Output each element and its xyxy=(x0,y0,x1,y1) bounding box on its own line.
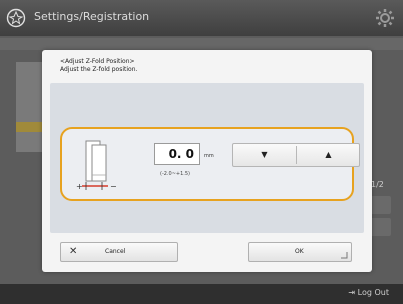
scroll-up-button[interactable] xyxy=(369,196,391,214)
status-bar: ⇥ Log Out xyxy=(0,284,403,304)
value-field[interactable]: 0. 0 xyxy=(154,143,200,165)
z-fold-paper-icon: + − xyxy=(76,140,117,191)
logout-icon: ⇥ xyxy=(348,288,358,297)
minus-label: − xyxy=(110,182,117,191)
ok-button[interactable]: OK xyxy=(248,242,352,262)
range-label: (-2.0~+1.5) xyxy=(160,171,190,177)
corner-mark-icon xyxy=(341,252,348,259)
dialog-title: <Adjust Z-Fold Position> Adjust the Z-fo… xyxy=(60,58,137,74)
gear-icon[interactable] xyxy=(375,8,395,28)
close-icon: ✕ xyxy=(69,246,78,257)
decrease-button[interactable]: ▼ xyxy=(233,144,296,166)
cancel-button[interactable]: ✕ Cancel xyxy=(60,242,178,262)
logout-label: Log Out xyxy=(357,288,389,297)
scroll-down-button[interactable] xyxy=(369,218,391,236)
increase-button[interactable]: ▲ xyxy=(297,144,360,166)
background-tab-strip xyxy=(0,38,403,50)
logout-button[interactable]: ⇥ Log Out xyxy=(348,288,389,297)
dialog-heading: <Adjust Z-Fold Position> xyxy=(60,58,135,65)
page-indicator: 1/2 xyxy=(371,180,384,189)
unit-label: mm xyxy=(204,153,214,159)
page-title: Settings/Registration xyxy=(34,10,150,23)
adjust-panel: + − 0. 0 mm (-2.0~+1.5) ▼ ▲ xyxy=(50,83,364,233)
cancel-label: Cancel xyxy=(105,248,126,255)
plus-label: + xyxy=(76,182,83,191)
down-arrow-icon: ▼ xyxy=(261,150,268,159)
adjust-buttons: ▼ ▲ xyxy=(232,143,360,167)
up-arrow-icon: ▲ xyxy=(325,150,332,159)
dialog-description: Adjust the Z-fold position. xyxy=(60,66,138,73)
home-logo-icon[interactable] xyxy=(6,8,26,28)
value-control-frame: + − 0. 0 mm (-2.0~+1.5) ▼ ▲ xyxy=(60,127,360,201)
ok-label: OK xyxy=(295,248,304,255)
header-bar: Settings/Registration xyxy=(0,0,403,36)
adjust-z-fold-dialog: <Adjust Z-Fold Position> Adjust the Z-fo… xyxy=(42,50,372,272)
